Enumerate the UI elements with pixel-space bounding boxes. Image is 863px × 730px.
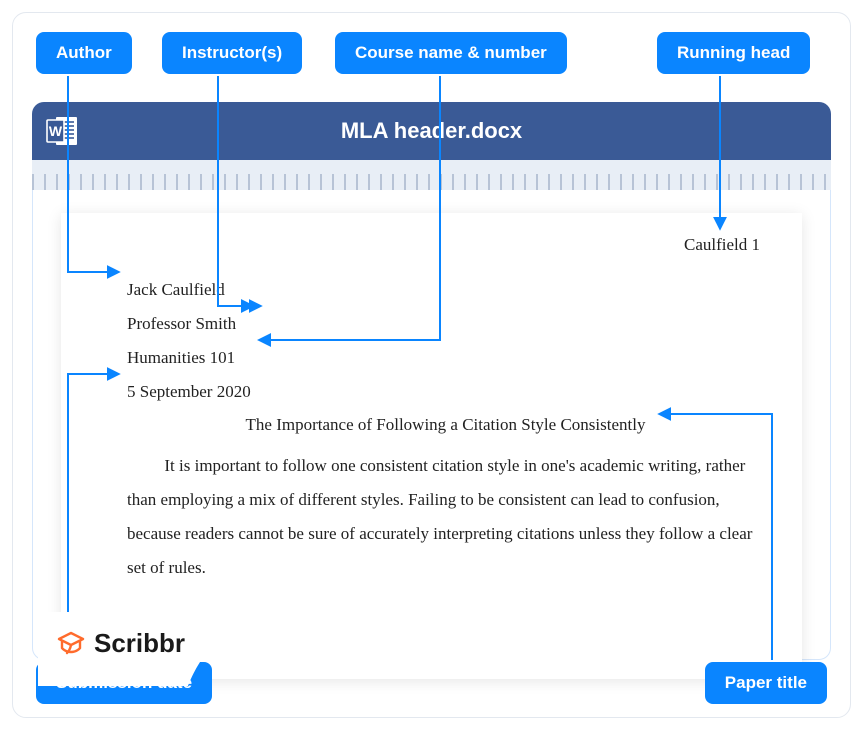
paper-title-text: The Importance of Following a Citation S… (127, 415, 764, 435)
document-page: Caulfield 1 Jack Caulfield Professor Smi… (61, 213, 802, 679)
running-head-text: Caulfield 1 (127, 235, 764, 255)
ruler (32, 160, 831, 190)
scribbr-logo: Scribbr (38, 612, 248, 686)
mla-header-block: Jack Caulfield Professor Smith Humanitie… (127, 273, 764, 409)
date-line: 5 September 2020 (127, 375, 764, 409)
titlebar: W MLA header.docx (32, 102, 831, 160)
badge-paper-title: Paper title (705, 662, 827, 704)
scribbr-cap-icon (56, 629, 86, 659)
badge-instructor: Instructor(s) (162, 32, 302, 74)
document-window: W MLA header.docx Caulfield 1 Jack Caulf… (32, 102, 831, 660)
author-line: Jack Caulfield (127, 273, 764, 307)
badge-author: Author (36, 32, 132, 74)
scribbr-logo-text: Scribbr (94, 628, 185, 659)
document-filename: MLA header.docx (32, 118, 831, 144)
badge-course: Course name & number (335, 32, 567, 74)
course-line: Humanities 101 (127, 341, 764, 375)
badge-running-head: Running head (657, 32, 810, 74)
instructor-line: Professor Smith (127, 307, 764, 341)
body-paragraph: It is important to follow one consistent… (127, 449, 764, 585)
